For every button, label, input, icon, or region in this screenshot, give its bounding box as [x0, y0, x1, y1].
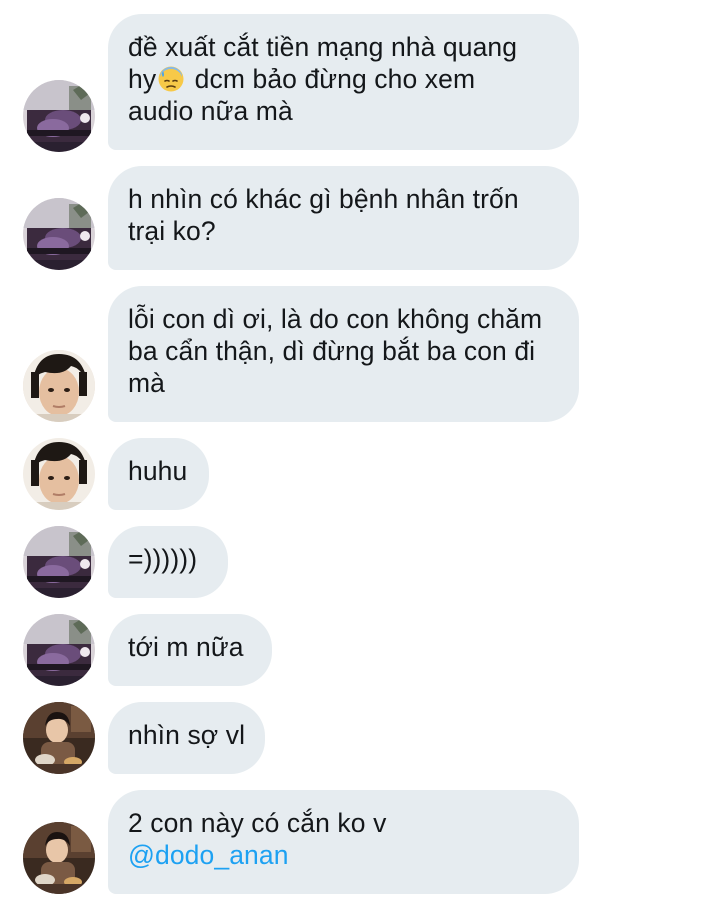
- message-line: nhìn sợ vl: [128, 720, 246, 750]
- message-line: mà: [128, 368, 166, 398]
- message-line: trại ko?: [128, 216, 216, 246]
- avatar-user-a[interactable]: [23, 80, 95, 152]
- avatar-user-a-photo: [23, 198, 95, 270]
- message-line: audio nữa mà: [128, 96, 293, 126]
- avatar-user-b[interactable]: [23, 438, 95, 510]
- avatar-user-a[interactable]: [23, 198, 95, 270]
- message-line: 2 con này có cắn ko v: [128, 808, 387, 838]
- message-bubble[interactable]: h nhìn có khác gì bệnh nhân trốn trại ko…: [108, 166, 579, 270]
- avatar-user-b-photo: [23, 438, 95, 510]
- message-bubble[interactable]: tới m nữa: [108, 614, 272, 686]
- message-bubble[interactable]: =)))))): [108, 526, 228, 598]
- message-bubble[interactable]: lỗi con dì ơi, là do con không chăm ba c…: [108, 286, 579, 422]
- avatar-user-b-photo: [23, 350, 95, 422]
- message-line: lỗi con dì ơi, là do con không chăm: [128, 304, 543, 334]
- chat-thread: đề xuất cắt tiền mạng nhà quang hy dcm b…: [0, 0, 719, 899]
- message-line: hy dcm bảo đừng cho xem: [128, 63, 559, 95]
- message-bubble[interactable]: huhu: [108, 438, 209, 510]
- avatar-user-c[interactable]: [23, 702, 95, 774]
- avatar-user-a[interactable]: [23, 614, 95, 686]
- message-line: h nhìn có khác gì bệnh nhân trốn: [128, 184, 519, 214]
- avatar-user-c-photo: [23, 702, 95, 774]
- avatar-user-b[interactable]: [23, 350, 95, 422]
- message-line: tới m nữa: [128, 632, 244, 662]
- message-line: huhu: [128, 456, 188, 486]
- message-line: đề xuất cắt tiền mạng nhà quang: [128, 32, 518, 62]
- message-text: dcm bảo đừng cho xem: [194, 64, 476, 94]
- message-line: =)))))): [128, 544, 198, 574]
- avatar-user-a[interactable]: [23, 526, 95, 598]
- message-text: hy: [128, 64, 157, 94]
- avatar-user-c[interactable]: [23, 822, 95, 894]
- mention-link[interactable]: @dodo_anan: [128, 839, 559, 871]
- avatar-user-a-photo: [23, 614, 95, 686]
- downcast-face-with-sweat-icon: [157, 65, 185, 93]
- message-line: ba cẩn thận, dì đừng bắt ba con đi: [128, 336, 536, 366]
- avatar-user-a-photo: [23, 526, 95, 598]
- message-bubble[interactable]: nhìn sợ vl: [108, 702, 265, 774]
- avatar-user-a-photo: [23, 80, 95, 152]
- message-bubble[interactable]: đề xuất cắt tiền mạng nhà quang hy dcm b…: [108, 14, 579, 150]
- avatar-user-c-photo: [23, 822, 95, 894]
- message-bubble[interactable]: 2 con này có cắn ko v @dodo_anan: [108, 790, 579, 894]
